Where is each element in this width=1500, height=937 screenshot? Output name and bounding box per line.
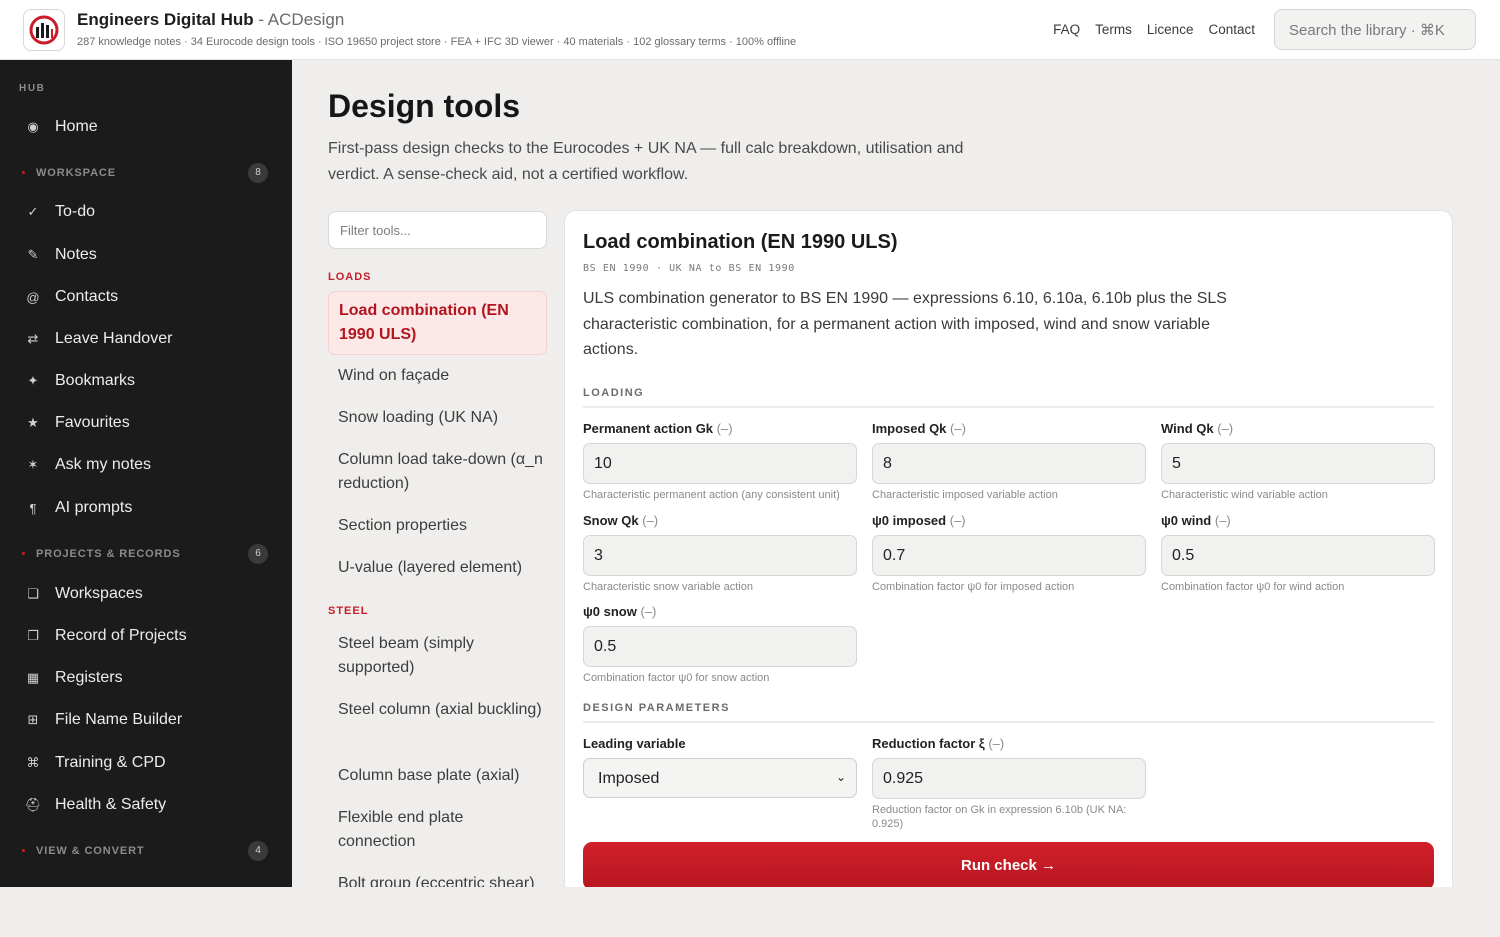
leading-variable-select[interactable]: Imposed ⌄ xyxy=(583,758,857,798)
command-icon: ⌘ xyxy=(26,755,40,770)
group-view-convert[interactable]: VIEW & CONVERT 4 xyxy=(22,841,268,861)
sidebar-item-record-projects[interactable]: ❐ Record of Projects xyxy=(24,623,274,649)
tools-list: LOADS Load combination (EN 1990 ULS) Win… xyxy=(328,260,547,887)
snow-qk-input[interactable]: 3 xyxy=(583,535,857,576)
check-icon: ✓ xyxy=(27,204,39,219)
tool-load-combination[interactable]: Load combination (EN 1990 ULS) xyxy=(328,291,547,355)
field-leading-variable: Leading variable Imposed ⌄ xyxy=(583,736,857,798)
filter-tools-input[interactable]: Filter tools... xyxy=(328,211,547,249)
section-loading: LOADING xyxy=(583,387,1434,408)
copy-icon: ❐ xyxy=(27,628,39,643)
section-design-parameters: DESIGN PARAMETERS xyxy=(583,702,1434,723)
field-permanent-gk: Permanent action Gk (–) 10 Characteristi… xyxy=(583,421,857,502)
sidebar-item-training[interactable]: ⌘ Training & CPD xyxy=(24,750,274,776)
paragraph-icon: ¶ xyxy=(29,500,37,516)
sidebar-item-favourites[interactable]: ★ Favourites xyxy=(24,410,274,436)
card-reference: BS EN 1990 · UK NA to BS EN 1990 xyxy=(583,263,795,274)
sidebar-item-ai-prompts[interactable]: ¶ AI prompts xyxy=(24,495,274,521)
tool-u-value[interactable]: U-value (layered element) xyxy=(338,556,543,580)
tool-bolt-group[interactable]: Bolt group (eccentric shear) xyxy=(338,872,543,887)
app-logo[interactable] xyxy=(23,9,65,51)
field-reduction-factor: Reduction factor ξ (–) 0.925 Reduction f… xyxy=(872,736,1146,831)
sidebar-item-health-safety[interactable]: ⛑ Health & Safety xyxy=(24,792,274,818)
nav-faq[interactable]: FAQ xyxy=(1053,22,1080,37)
sidebar-item-file-name-builder[interactable]: ⊞ File Name Builder xyxy=(24,707,274,733)
brand-subtitle: - ACDesign xyxy=(253,10,345,29)
sidebar-item-leave-handover[interactable]: ⇄ Leave Handover xyxy=(24,326,274,352)
run-check-button[interactable]: Run check → xyxy=(583,842,1434,890)
page-title: Design tools xyxy=(328,88,521,124)
sidebar-item-ask-notes[interactable]: ✶ Ask my notes xyxy=(24,452,274,478)
field-snow-qk: Snow Qk (–) 3 Characteristic snow variab… xyxy=(583,513,857,594)
tool-flexible-end-plate[interactable]: Flexible end plate connection xyxy=(338,806,543,854)
card-description: ULS combination generator to BS EN 1990 … xyxy=(583,290,1227,358)
tool-steel-beam[interactable]: Steel beam (simply supported) xyxy=(338,632,543,680)
bottom-strip xyxy=(0,887,1500,937)
tool-column-base-plate[interactable]: Column base plate (axial) xyxy=(338,764,543,788)
sidebar-item-home[interactable]: ◉ Home xyxy=(24,114,274,140)
top-nav: FAQ Terms Licence Contact xyxy=(1053,22,1255,37)
sidebar-item-registers[interactable]: ▦ Registers xyxy=(24,665,274,691)
reduction-factor-input[interactable]: 0.925 xyxy=(872,758,1146,799)
count-badge: 4 xyxy=(248,841,268,861)
group-workspace[interactable]: WORKSPACE 8 xyxy=(22,163,268,183)
tool-snow-loading[interactable]: Snow loading (UK NA) xyxy=(338,406,543,430)
field-psi-imposed: ψ0 imposed (–) 0.7 Combination factor ψ0… xyxy=(872,513,1146,594)
sidebar-item-notes[interactable]: ✎ Notes xyxy=(24,242,274,268)
window-icon: ❏ xyxy=(27,586,39,601)
sidebar-item-workspaces[interactable]: ❏ Workspaces xyxy=(24,581,274,607)
helmet-icon: ⛑ xyxy=(24,797,42,812)
sidebar-hub-label: HUB xyxy=(19,83,46,94)
tool-section-properties[interactable]: Section properties xyxy=(338,514,543,538)
field-psi-wind: ψ0 wind (–) 0.5 Combination factor ψ0 fo… xyxy=(1161,513,1435,594)
sidebar-item-contacts[interactable]: @ Contacts xyxy=(24,284,274,310)
sidebar-item-bookmarks[interactable]: ✦ Bookmarks xyxy=(24,368,274,394)
field-imposed-qk: Imposed Qk (–) 8 Characteristic imposed … xyxy=(872,421,1146,502)
nav-terms[interactable]: Terms xyxy=(1095,22,1132,37)
table-icon: ⊞ xyxy=(27,712,39,727)
permanent-gk-input[interactable]: 10 xyxy=(583,443,857,484)
grid-icon: ▦ xyxy=(26,670,40,685)
field-psi-snow: ψ0 snow (–) 0.5 Combination factor ψ0 fo… xyxy=(583,604,857,685)
psi-snow-input[interactable]: 0.5 xyxy=(583,626,857,667)
psi-wind-input[interactable]: 0.5 xyxy=(1161,535,1435,576)
wind-qk-input[interactable]: 5 xyxy=(1161,443,1435,484)
count-badge: 8 xyxy=(248,163,268,183)
swap-icon: ⇄ xyxy=(27,331,39,346)
sidebar-item-todo[interactable]: ✓ To-do xyxy=(24,199,274,225)
star-icon: ★ xyxy=(27,415,39,430)
brand-title: Engineers Digital Hub - ACDesign xyxy=(77,10,345,29)
group-projects[interactable]: PROJECTS & RECORDS 6 xyxy=(22,544,268,564)
logo-icon xyxy=(29,15,59,45)
psi-imposed-input[interactable]: 0.7 xyxy=(872,535,1146,576)
category-loads: LOADS xyxy=(328,271,372,283)
brand-tagline: 287 knowledge notes · 34 Eurocode design… xyxy=(77,36,797,48)
count-badge: 6 xyxy=(248,544,268,564)
page-description: First-pass design checks to the Eurocode… xyxy=(328,140,964,183)
search-input[interactable]: Search the library · ⌘K xyxy=(1274,9,1476,50)
pencil-icon: ✎ xyxy=(27,247,39,262)
field-wind-qk: Wind Qk (–) 5 Characteristic wind variab… xyxy=(1161,421,1435,502)
sidebar: HUB ◉ Home WORKSPACE 8 ✓ To-do ✎ Notes @ Cont… xyxy=(0,60,292,887)
category-steel: STEEL xyxy=(328,605,369,617)
card-title: Load combination (EN 1990 ULS) xyxy=(583,231,898,253)
tool-card: Load combination (EN 1990 ULS) BS EN 199… xyxy=(564,210,1453,910)
tool-wind-facade[interactable]: Wind on façade xyxy=(338,364,543,388)
top-header: Engineers Digital Hub - ACDesign 287 kno… xyxy=(0,0,1500,60)
chevron-down-icon: ⌄ xyxy=(835,770,846,784)
sparkle-icon: ✦ xyxy=(27,373,39,388)
tool-column-load-takedown[interactable]: Column load take-down (α_n reduction) xyxy=(338,448,543,496)
imposed-qk-input[interactable]: 8 xyxy=(872,443,1146,484)
home-dot-icon: ◉ xyxy=(27,119,39,134)
at-icon: @ xyxy=(26,289,40,305)
nav-contact[interactable]: Contact xyxy=(1208,22,1255,37)
asterisk-icon: ✶ xyxy=(27,457,39,472)
nav-licence[interactable]: Licence xyxy=(1147,22,1194,37)
tool-steel-column[interactable]: Steel column (axial buckling) xyxy=(338,698,543,722)
